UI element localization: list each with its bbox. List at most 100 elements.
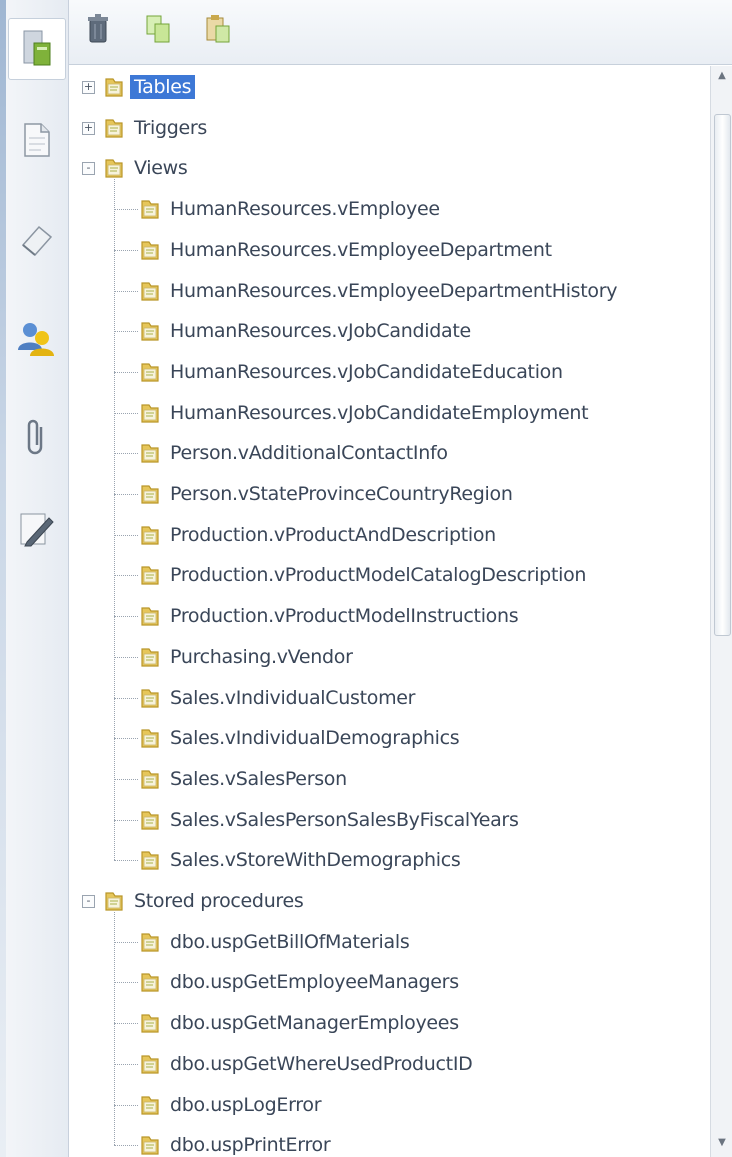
tree-item-node[interactable]: HumanResources.vJobCandidateEducation <box>140 357 567 387</box>
scroll-down-arrow[interactable]: ▼ <box>715 1137 729 1153</box>
tree-node-label: Views <box>134 157 188 180</box>
tree-item-node[interactable]: HumanResources.vEmployee <box>140 194 444 224</box>
tree-connector <box>114 534 138 536</box>
tree-connector <box>114 1023 138 1025</box>
folder-icon <box>140 523 160 547</box>
vertical-scrollbar[interactable]: ▲ ▼ <box>710 66 732 1157</box>
folder-icon <box>140 808 160 832</box>
strip-edge <box>0 0 6 1157</box>
tree-item-node[interactable]: Person.vStateProvinceCountryRegion <box>140 479 517 509</box>
edit-icon <box>17 508 55 552</box>
tree-category-node[interactable]: Views <box>104 153 192 183</box>
tree-connector <box>114 1145 138 1147</box>
folder-icon <box>140 401 160 425</box>
database-button[interactable] <box>8 18 66 80</box>
tree-node-label: Production.vProductAndDescription <box>170 523 496 546</box>
tree-item-node[interactable]: Sales.vSalesPersonSalesByFiscalYears <box>140 805 523 835</box>
folder-icon <box>140 279 160 303</box>
tree-item-node[interactable]: Sales.vIndividualCustomer <box>140 683 419 713</box>
copy-icon <box>145 14 171 48</box>
folder-icon <box>140 482 160 506</box>
tree-connector <box>114 982 138 984</box>
eraser-icon <box>17 221 55 263</box>
folder-icon <box>104 156 124 180</box>
tree-node-label: HumanResources.vEmployeeDepartment <box>170 238 552 261</box>
copy-button[interactable] <box>143 14 173 48</box>
folder-icon <box>140 238 160 262</box>
scroll-thumb[interactable] <box>714 114 731 636</box>
tree-connector <box>114 1063 138 1065</box>
object-tree: Tables + Triggers + Views - HumanResources.vEm… <box>70 66 710 1157</box>
folder-icon <box>140 1133 160 1157</box>
expander-toggle[interactable]: + <box>82 81 95 94</box>
tree-item-node[interactable]: HumanResources.vJobCandidate <box>140 316 475 346</box>
folder-icon <box>104 116 124 140</box>
tree-connector <box>114 778 138 780</box>
delete-icon <box>87 14 109 48</box>
tree-connector <box>114 179 115 861</box>
tree-node-label: Tables <box>130 75 196 99</box>
tree-item-node[interactable]: HumanResources.vJobCandidateEmployment <box>140 398 592 428</box>
tree-item-node[interactable]: HumanResources.vEmployeeDepartmentHistor… <box>140 276 621 306</box>
edit-button[interactable] <box>14 508 58 552</box>
tree-item-node[interactable]: HumanResources.vEmployeeDepartment <box>140 235 556 265</box>
users-button[interactable] <box>14 318 58 362</box>
tree-node-label: Purchasing.vVendor <box>170 645 353 668</box>
tree-item-node[interactable]: Sales.vSalesPerson <box>140 764 351 794</box>
tree-item-node[interactable]: dbo.uspGetWhereUsedProductID <box>140 1049 476 1079</box>
tree-category-node[interactable]: Stored procedures <box>104 886 308 916</box>
tree-connector <box>114 371 138 373</box>
tree-item-node[interactable]: Production.vProductModelCatalogDescripti… <box>140 560 590 590</box>
tree-node-label: Triggers <box>134 116 208 139</box>
tree-connector <box>114 249 138 251</box>
tree-node-label: dbo.uspLogError <box>170 1093 322 1116</box>
paste-icon <box>205 14 231 48</box>
tree-node-label: Production.vProductModelInstructions <box>170 605 519 628</box>
tree-item-node[interactable]: Sales.vStoreWithDemographics <box>140 845 465 875</box>
folder-icon <box>140 441 160 465</box>
tree-item-node[interactable]: dbo.uspPrintError <box>140 1130 334 1157</box>
tree-item-node[interactable]: Purchasing.vVendor <box>140 642 357 672</box>
folder-icon <box>140 848 160 872</box>
folder-icon <box>140 930 160 954</box>
tree-item-node[interactable]: Sales.vIndividualDemographics <box>140 723 463 753</box>
tree-node-label: Stored procedures <box>134 890 304 912</box>
folder-icon <box>104 75 124 99</box>
folder-icon <box>140 686 160 710</box>
document-button[interactable] <box>14 120 58 164</box>
paste-button[interactable] <box>203 14 233 48</box>
delete-button[interactable] <box>83 14 113 48</box>
tree-item-node[interactable]: dbo.uspGetBillOfMaterials <box>140 927 413 957</box>
folder-icon <box>140 197 160 221</box>
folder-icon <box>140 360 160 384</box>
tree-item-node[interactable]: Person.vAdditionalContactInfo <box>140 438 452 468</box>
tree-connector <box>114 331 138 333</box>
tree-node-label: Sales.vStoreWithDemographics <box>170 849 461 872</box>
attach-button[interactable] <box>14 418 58 462</box>
expander-toggle[interactable]: - <box>82 895 95 908</box>
tree-category-node[interactable]: Triggers <box>104 113 211 143</box>
tree-connector <box>114 912 115 1146</box>
tree-node-label: HumanResources.vEmployee <box>170 198 440 221</box>
tree-item-node[interactable]: Production.vProductAndDescription <box>140 520 500 550</box>
expander-toggle[interactable]: + <box>82 121 95 135</box>
expander-toggle[interactable]: - <box>82 162 95 176</box>
tree-category-node[interactable]: Tables <box>104 72 196 102</box>
tree-connector <box>114 819 138 821</box>
document-icon <box>19 120 53 164</box>
left-icon-strip <box>0 0 69 1157</box>
eraser-button[interactable] <box>14 220 58 264</box>
tree-node-label: HumanResources.vJobCandidateEducation <box>170 360 563 383</box>
tree-connector <box>114 575 138 577</box>
tree-item-node[interactable]: dbo.uspGetEmployeeManagers <box>140 967 463 997</box>
tree-item-node[interactable]: dbo.uspLogError <box>140 1090 325 1120</box>
folder-icon <box>140 604 160 628</box>
tree-node-label: Sales.vSalesPerson <box>170 767 347 790</box>
folder-icon <box>140 1052 160 1076</box>
scroll-up-arrow[interactable]: ▲ <box>715 70 729 86</box>
tree-connector <box>114 494 138 495</box>
tree-item-node[interactable]: Production.vProductModelInstructions <box>140 601 522 631</box>
tree-item-node[interactable]: dbo.uspGetManagerEmployees <box>140 1008 463 1038</box>
tree-connector <box>114 616 138 618</box>
tree-connector <box>114 860 138 862</box>
